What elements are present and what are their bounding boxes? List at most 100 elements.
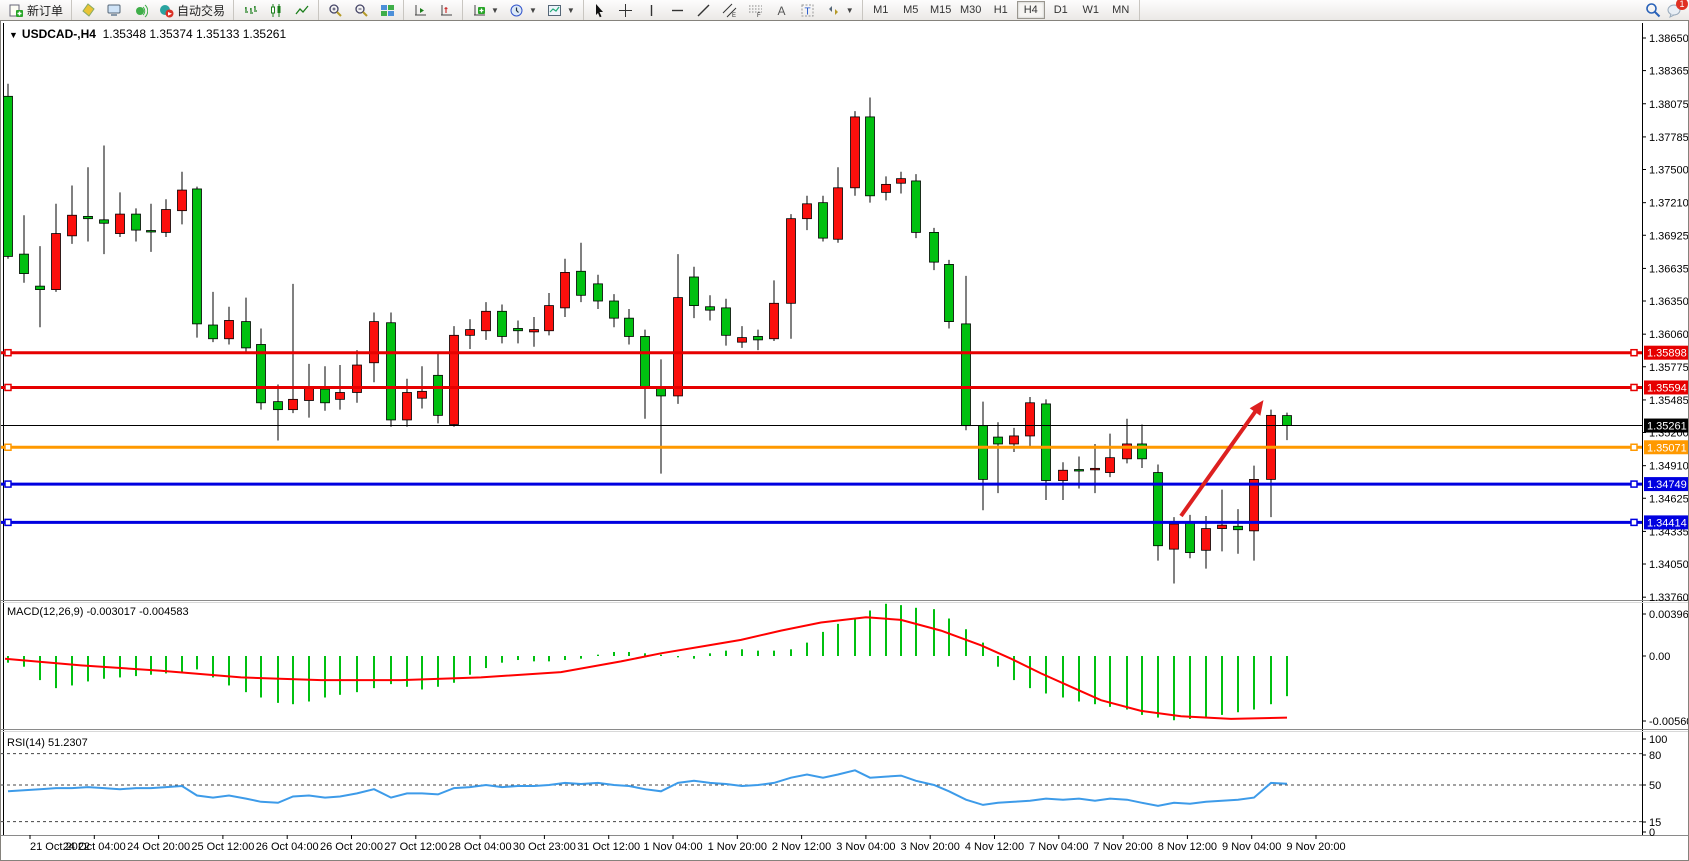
candle-body xyxy=(819,203,828,238)
bar-chart-button[interactable] xyxy=(237,0,263,20)
price-tick-label: 1.35775 xyxy=(1649,362,1688,374)
candle-body xyxy=(754,336,763,339)
zoom-out-icon xyxy=(353,2,369,18)
zoom-in-button[interactable] xyxy=(322,0,348,20)
vertical-line-icon xyxy=(644,2,660,18)
candle-body xyxy=(1218,525,1227,528)
time-tick-label: 24 Oct 04:00 xyxy=(63,841,126,853)
chart-canvas[interactable]: 1.386501.383651.380751.377851.375001.372… xyxy=(1,21,1688,860)
indicators-button[interactable]: ▼ xyxy=(466,0,504,20)
vertical-line-tool-button[interactable] xyxy=(639,0,665,20)
chart-shift-button[interactable] xyxy=(433,0,459,20)
time-tick-label: 27 Oct 12:00 xyxy=(384,841,447,853)
line-handle[interactable] xyxy=(1631,350,1637,356)
candle-body xyxy=(545,306,554,331)
search-icon[interactable] xyxy=(1645,2,1661,18)
candle-body xyxy=(770,303,779,338)
candle-body xyxy=(1202,529,1211,551)
crosshair-icon xyxy=(618,2,634,18)
arrows-tool-button[interactable]: ▼ xyxy=(821,0,859,20)
line-handle[interactable] xyxy=(1631,519,1637,525)
line-handle[interactable] xyxy=(1631,481,1637,487)
candle-body xyxy=(20,254,29,273)
svg-text:E: E xyxy=(732,13,736,18)
auto-scroll-button[interactable] xyxy=(407,0,433,20)
timeframe-h4[interactable]: H4 xyxy=(1017,1,1045,19)
timeframe-mn[interactable]: MN xyxy=(1107,1,1135,19)
channel-tool-button[interactable]: E xyxy=(717,0,743,20)
timeframe-m5[interactable]: M5 xyxy=(897,1,925,19)
fibonacci-tool-button[interactable]: F xyxy=(743,0,769,20)
signals-button[interactable] xyxy=(127,0,153,20)
tile-windows-icon xyxy=(379,2,395,18)
candle-body xyxy=(514,328,523,330)
candle-body xyxy=(209,325,218,339)
rsi-pane-label: RSI(14) 51.2307 xyxy=(7,737,88,749)
timeframe-m30[interactable]: M30 xyxy=(957,1,985,19)
new-order-label: 新订单 xyxy=(27,2,63,19)
periods-caret: ▼ xyxy=(529,6,537,15)
candle-body xyxy=(722,308,731,335)
candle-body xyxy=(403,392,412,419)
macd-axis-label: 0.003961 xyxy=(1649,609,1688,621)
candle-body xyxy=(882,184,891,192)
macd-pane-label: MACD(12,26,9) -0.003017 -0.004583 xyxy=(7,606,189,618)
line-handle[interactable] xyxy=(5,384,11,390)
candle-body xyxy=(466,330,475,336)
crosshair-tool-button[interactable] xyxy=(613,0,639,20)
price-tick-label: 1.34050 xyxy=(1649,559,1688,571)
autotrading-button[interactable]: 自动交易 xyxy=(153,0,230,20)
terminal-button[interactable] xyxy=(101,0,127,20)
candle-body xyxy=(132,214,141,230)
trendline-tool-button[interactable] xyxy=(691,0,717,20)
timeframe-m1[interactable]: M1 xyxy=(867,1,895,19)
new-order-icon xyxy=(8,2,24,18)
arrows-caret: ▼ xyxy=(846,6,854,15)
time-tick-label: 28 Oct 04:00 xyxy=(449,841,512,853)
new-order-button[interactable]: 新订单 xyxy=(3,0,68,20)
chart-ohlc: 1.35348 1.35374 1.35133 1.35261 xyxy=(103,27,287,41)
tile-windows-button[interactable] xyxy=(374,0,400,20)
timeframe-w1[interactable]: W1 xyxy=(1077,1,1105,19)
time-tick-label: 9 Nov 20:00 xyxy=(1286,841,1345,853)
svg-text:A: A xyxy=(778,4,786,18)
line-handle[interactable] xyxy=(5,519,11,525)
timeframe-d1[interactable]: D1 xyxy=(1047,1,1075,19)
line-chart-button[interactable] xyxy=(289,0,315,20)
chevron-down-icon[interactable]: ▼ xyxy=(9,30,18,40)
line-handle[interactable] xyxy=(1631,384,1637,390)
metatrader-window: 新订单 自动交易 xyxy=(0,0,1689,861)
candle-body xyxy=(897,179,906,184)
candle-body xyxy=(912,181,921,232)
notifications-icon[interactable]: 1 xyxy=(1667,2,1683,18)
cursor-tool-button[interactable] xyxy=(587,0,613,20)
candle-body xyxy=(945,264,954,321)
candle-body xyxy=(1042,404,1051,481)
periods-button[interactable]: ▼ xyxy=(504,0,542,20)
horizontal-line-tool-button[interactable] xyxy=(665,0,691,20)
candlestick-chart-button[interactable] xyxy=(263,0,289,20)
zoom-out-button[interactable] xyxy=(348,0,374,20)
time-tick-label: 3 Nov 04:00 xyxy=(836,841,895,853)
line-handle[interactable] xyxy=(5,444,11,450)
signals-icon xyxy=(132,2,148,18)
timeframe-h1[interactable]: H1 xyxy=(987,1,1015,19)
line-handle[interactable] xyxy=(1631,444,1637,450)
styler-button[interactable] xyxy=(75,0,101,20)
candle-body xyxy=(803,204,812,219)
templates-button[interactable]: ▼ xyxy=(542,0,580,20)
time-tick-label: 24 Oct 20:00 xyxy=(127,841,190,853)
svg-text:F: F xyxy=(757,13,761,18)
candle-body xyxy=(641,336,650,386)
line-handle[interactable] xyxy=(5,481,11,487)
text-tool-button[interactable]: A xyxy=(769,0,795,20)
main-toolbar: 新订单 自动交易 xyxy=(0,0,1689,21)
timeframe-m15[interactable]: M15 xyxy=(927,1,955,19)
candle-body xyxy=(706,307,715,310)
price-tick-label: 1.38365 xyxy=(1649,66,1688,78)
line-handle[interactable] xyxy=(5,350,11,356)
candle-body xyxy=(1234,526,1243,529)
candle-body xyxy=(1106,458,1115,473)
macd-axis-label: 0.00 xyxy=(1649,651,1670,663)
text-label-tool-button[interactable]: T xyxy=(795,0,821,20)
